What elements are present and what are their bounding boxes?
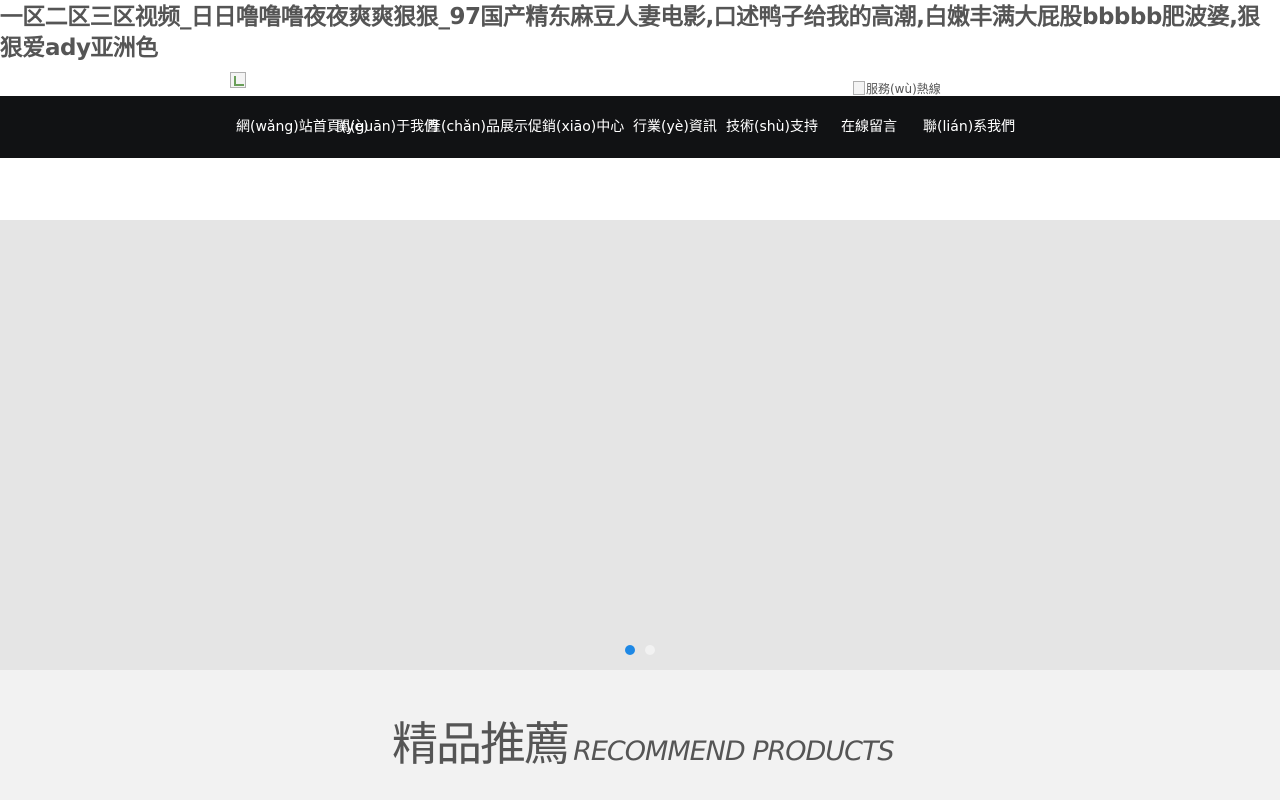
section-heading: 精品推薦 RECOMMEND PRODUCTS [392,708,895,774]
section-title-cn: 精品推薦 [392,717,570,771]
site-header: 服務(wù)熱線 [0,72,1280,96]
nav-item-about[interactable]: 關(guān)于我們 [336,96,438,158]
hotline-image: 服務(wù)熱線 [853,80,941,96]
nav-item-support[interactable]: 技術(shù)支持 [726,96,818,158]
section-title-en: RECOMMEND PRODUCTS [573,736,894,767]
slider-dot[interactable] [645,645,655,655]
broken-image-icon [853,81,865,95]
logo-image[interactable] [230,72,246,88]
nav-item-contact[interactable]: 聯(lián)系我們 [923,96,1015,158]
header-spacer [0,158,1280,220]
nav-item-promotions[interactable]: 促銷(xiāo)中心 [528,96,624,158]
slider-dot-active[interactable] [625,645,635,655]
nav-item-news[interactable]: 行業(yè)資訊 [633,96,717,158]
nav-item-products[interactable]: 產(chǎn)品展示 [427,96,528,158]
banner-slider[interactable] [0,220,1280,670]
recommend-products-section: 精品推薦 RECOMMEND PRODUCTS [0,670,1280,800]
main-nav: 網(wǎng)站首頁(yè) 關(guān)于我們 產(chǎn)品展示 促銷(… [0,96,1280,158]
hotline-alt-text: 服務(wù)熱線 [866,81,941,96]
page-title: 一区二区三区视频_日日噜噜噜夜夜爽爽狠狠_97国产精东麻豆人妻电影,口述鸭子给我… [0,4,1261,61]
nav-item-message[interactable]: 在線留言 [841,96,897,158]
